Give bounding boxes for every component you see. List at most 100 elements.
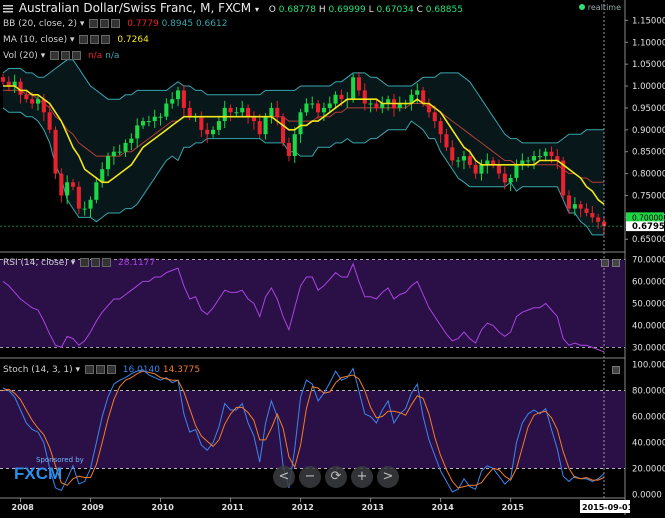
price-tick-label: 0.95000	[632, 104, 665, 114]
candle-body	[339, 94, 344, 100]
pane-close-icon[interactable]	[612, 259, 620, 267]
rsi-tick-label: 70.0000	[632, 255, 665, 265]
candle-body	[234, 112, 239, 114]
candle-body	[199, 116, 204, 130]
candle-body	[47, 112, 52, 130]
close-value: 0.68855	[425, 5, 463, 15]
candle-body	[240, 107, 245, 113]
visibility-eye-icon[interactable]	[80, 258, 90, 267]
chevron-down-icon[interactable]: ▾	[41, 51, 46, 61]
candle-body	[135, 125, 140, 139]
candle-body	[374, 103, 379, 108]
settings-gear-icon[interactable]	[91, 258, 101, 267]
chevron-down-icon[interactable]: ▾	[255, 5, 259, 14]
candle-body	[321, 107, 326, 113]
candle-body	[106, 156, 111, 170]
symbol-title[interactable]: Australian Dollar/Swiss Franc, M, FXCM	[19, 1, 251, 15]
candle-body	[496, 164, 501, 174]
settings-gear-icon[interactable]	[90, 35, 100, 44]
sponsor-logo[interactable]: Sponsored by FXCM	[14, 456, 84, 484]
price-tick-label: 1.00000	[632, 82, 665, 92]
candle-body	[187, 107, 192, 117]
visibility-eye-icon[interactable]	[89, 19, 99, 28]
settings-gear-icon[interactable]	[100, 19, 110, 28]
time-tick-label: 2015	[502, 503, 525, 512]
candle-body	[572, 204, 577, 209]
candle-body	[71, 182, 76, 187]
candle-body	[228, 107, 233, 113]
candle-body	[53, 129, 58, 174]
scroll-right-button[interactable]: >	[377, 466, 399, 488]
candle-body	[444, 134, 449, 148]
candle-body	[578, 204, 583, 209]
candle-body	[316, 103, 321, 113]
visibility-eye-icon[interactable]	[79, 35, 89, 44]
open-value: 0.68778	[278, 5, 316, 15]
candle-body	[461, 156, 466, 161]
reset-chart-button[interactable]: ⟳	[325, 466, 347, 488]
realtime-indicator: realtime	[578, 3, 621, 12]
close-icon[interactable]	[106, 365, 116, 374]
chevron-down-icon[interactable]: ▾	[70, 35, 75, 45]
bb-legend: BB (20, close, 2) ▾ 0.7779 0.8945 0.6612	[3, 19, 228, 29]
candle-body	[1, 77, 6, 82]
candle-body	[246, 107, 251, 117]
candle-body	[310, 103, 315, 105]
pane-close-icon[interactable]	[612, 366, 620, 374]
time-tick-label: 2010	[152, 503, 175, 512]
cursor-date-label: 2015-09-01	[582, 503, 634, 512]
candle-body	[263, 116, 268, 135]
price-tick-label: 0.65000	[632, 235, 665, 245]
stoch-tick-label: 60.0000	[632, 413, 665, 423]
settings-gear-icon[interactable]	[61, 51, 71, 60]
rsi-tick-label: 40.0000	[632, 321, 665, 331]
candle-body	[526, 160, 531, 162]
vol-legend: Vol (20) ▾ n/a n/a	[3, 51, 120, 61]
settings-gear-icon[interactable]	[95, 365, 105, 374]
stoch-tick-label: 40.0000	[632, 438, 665, 448]
collapse-toggle-icon[interactable]	[3, 4, 13, 13]
zoom-in-button[interactable]: +	[351, 466, 373, 488]
rsi-band-fill	[0, 259, 625, 348]
ma-legend: MA (10, close) ▾ 0.7264	[3, 35, 149, 45]
candle-body	[549, 151, 554, 157]
candle-body	[30, 99, 35, 104]
candle-body	[123, 142, 128, 152]
chevron-down-icon[interactable]: ▾	[76, 365, 81, 375]
visibility-eye-icon[interactable]	[50, 51, 60, 60]
candle-body	[141, 121, 146, 126]
candle-body	[590, 213, 595, 218]
close-icon[interactable]	[111, 19, 121, 28]
ohlc-readout: O 0.68778 H 0.69999 L 0.67034 C 0.68855	[268, 5, 463, 15]
candle-body	[88, 199, 93, 209]
rsi-legend: RSI (14, close) ▾ 28.1177	[3, 258, 156, 268]
candle-body	[152, 116, 157, 122]
candle-body	[356, 77, 361, 91]
candle-body	[170, 99, 175, 104]
visibility-eye-icon[interactable]	[84, 365, 94, 374]
candle-body	[292, 134, 297, 157]
candle-body	[275, 107, 280, 117]
candle-body	[82, 208, 87, 210]
candle-body	[176, 90, 181, 100]
close-icon[interactable]	[102, 258, 112, 267]
pane-maximize-icon[interactable]	[601, 259, 609, 267]
candle-body	[286, 142, 291, 156]
zoom-out-button[interactable]: −	[299, 466, 321, 488]
candle-body	[596, 217, 601, 222]
candle-body	[269, 107, 274, 117]
scroll-left-button[interactable]: <	[273, 466, 295, 488]
candle-body	[351, 77, 356, 100]
candle-body	[76, 186, 81, 209]
rsi-tick-label: 60.0000	[632, 277, 665, 287]
candle-body	[111, 151, 116, 157]
candle-body	[281, 116, 286, 143]
candle-body	[508, 178, 513, 183]
close-icon[interactable]	[72, 51, 82, 60]
close-icon[interactable]	[101, 35, 111, 44]
stoch-tick-label: 0.0000	[632, 490, 662, 500]
chevron-down-icon[interactable]: ▾	[80, 19, 85, 29]
chevron-down-icon[interactable]: ▾	[71, 258, 76, 268]
price-tick-label: 1.05000	[632, 60, 665, 70]
price-tick-label: 0.75000	[632, 191, 665, 201]
